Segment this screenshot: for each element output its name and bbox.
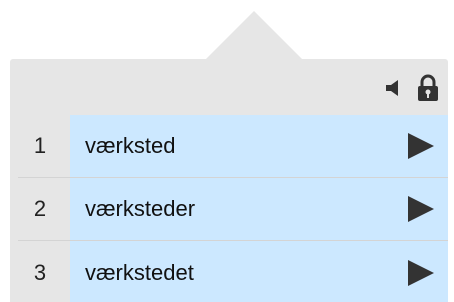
suggestion-panel: 1 værksted 2 værksteder 3 værkstedet: [10, 59, 448, 302]
popup-pointer: [205, 11, 303, 60]
suggestion-row[interactable]: 3 værkstedet: [18, 241, 448, 302]
speaker-icon[interactable]: [386, 80, 400, 96]
suggestion-row[interactable]: 2 værksteder: [18, 178, 448, 241]
suggestion-cell[interactable]: værkstedet: [70, 241, 448, 302]
play-icon[interactable]: [408, 196, 434, 222]
suggestion-word[interactable]: værksted: [85, 133, 175, 159]
suggestion-list: 1 værksted 2 værksteder 3 værkstedet: [18, 115, 448, 302]
panel-header: [10, 59, 448, 115]
suggestion-cell[interactable]: værksteder: [70, 178, 448, 240]
suggestion-cell[interactable]: værksted: [70, 115, 448, 177]
lock-icon[interactable]: [417, 74, 439, 101]
play-icon[interactable]: [408, 133, 434, 159]
word-prediction-popup: 1 værksted 2 værksteder 3 værkstedet: [0, 0, 454, 302]
suggestion-index: 2: [18, 178, 70, 240]
play-icon[interactable]: [408, 259, 434, 286]
suggestion-index: 1: [18, 115, 70, 177]
suggestion-row[interactable]: 1 værksted: [18, 115, 448, 178]
suggestion-word[interactable]: værkstedet: [85, 260, 194, 286]
suggestion-word[interactable]: værksteder: [85, 196, 195, 222]
suggestion-index: 3: [18, 241, 70, 302]
